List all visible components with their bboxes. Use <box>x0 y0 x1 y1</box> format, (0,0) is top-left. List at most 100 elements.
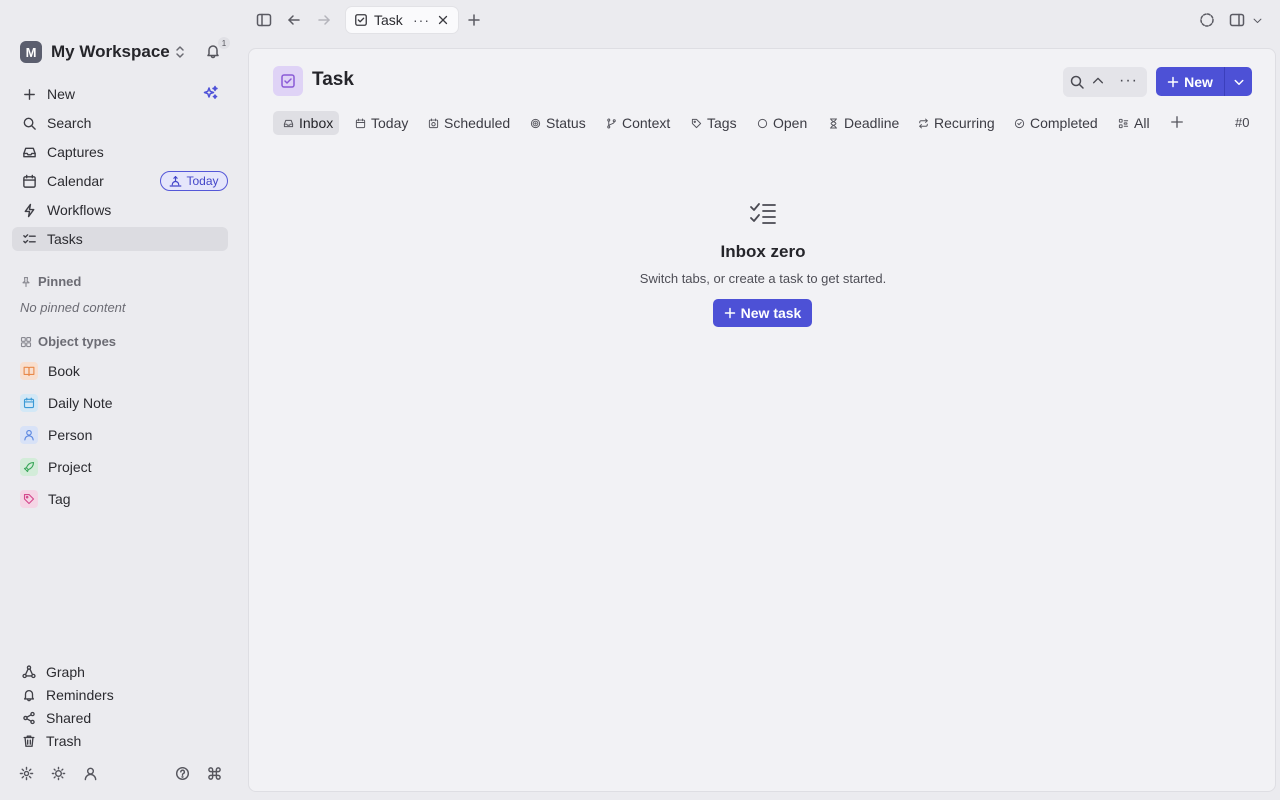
sidebar-item-trash[interactable]: Trash <box>22 731 81 751</box>
tab-label: Status <box>546 115 586 131</box>
sidebar-item-shared[interactable]: Shared <box>22 708 91 728</box>
new-button[interactable]: New <box>1156 67 1252 96</box>
object-type-label: Project <box>48 459 92 475</box>
tab-task[interactable]: Task ··· <box>346 7 458 33</box>
task-check-icon <box>355 14 367 26</box>
new-dropdown-chevron-icon[interactable] <box>1225 67 1252 96</box>
object-types-label: Object types <box>38 334 117 349</box>
circle-icon <box>757 118 768 128</box>
pin-icon <box>22 276 30 287</box>
sidebar-item-reminders[interactable]: Reminders <box>22 685 114 705</box>
workspace-switcher[interactable]: M My Workspace <box>20 40 170 64</box>
sidebar: M My Workspace 1 New Search Captures Cal… <box>0 0 240 800</box>
plus-icon <box>1167 76 1179 87</box>
inbox-icon <box>283 119 294 127</box>
page-title: Task <box>312 69 354 90</box>
person-icon <box>20 426 38 444</box>
ai-sparkle-icon[interactable] <box>203 85 219 101</box>
bolt-icon <box>24 203 35 217</box>
more-options-icon[interactable]: ··· <box>1119 73 1138 89</box>
new-object-button[interactable]: New <box>1156 67 1225 96</box>
tab-completed[interactable]: Completed <box>1004 111 1104 135</box>
object-type-label: Tag <box>48 491 71 507</box>
hourglass-icon <box>829 118 838 128</box>
check-circle-icon <box>1014 118 1025 128</box>
tab-label: Deadline <box>844 115 900 131</box>
tab-scheduled[interactable]: Scheduled <box>418 111 516 135</box>
tab-tags[interactable]: Tags <box>681 111 743 135</box>
command-shortcut-icon[interactable] <box>207 766 222 781</box>
sidebar-item-graph[interactable]: Graph <box>22 662 85 682</box>
pinned-label: Pinned <box>38 274 82 289</box>
settings-gear-icon[interactable] <box>19 766 34 781</box>
calendar-clock-icon <box>428 118 439 128</box>
object-type-book[interactable]: Book <box>20 361 80 381</box>
sidebar-item-new[interactable]: New <box>12 82 228 106</box>
trash-icon <box>23 735 35 747</box>
tab-open[interactable]: Open <box>747 111 813 135</box>
tag-icon <box>20 490 38 508</box>
share-icon <box>23 711 35 725</box>
sidebar-item-label: New <box>47 86 76 102</box>
new-task-label: New task <box>740 305 802 321</box>
sidebar-item-captures[interactable]: Captures <box>12 140 228 164</box>
object-type-tag[interactable]: Tag <box>20 489 71 509</box>
tab-label: Context <box>622 115 671 131</box>
chevron-up-icon[interactable] <box>1091 74 1105 88</box>
right-panel-toggle-icon[interactable] <box>1225 8 1249 32</box>
tab-label: Open <box>773 115 808 131</box>
calendar-icon <box>20 394 38 412</box>
chevron-updown-icon[interactable] <box>172 44 188 60</box>
back-arrow-icon[interactable] <box>282 8 306 32</box>
theme-sun-icon[interactable] <box>51 766 66 781</box>
empty-state-subtitle: Switch tabs, or create a task to get sta… <box>639 271 887 286</box>
sidebar-item-search[interactable]: Search <box>12 111 228 135</box>
add-tab-plus-icon[interactable] <box>1170 115 1184 129</box>
task-type-icon <box>273 66 303 96</box>
object-type-label: Daily Note <box>48 395 113 411</box>
pinned-heading[interactable]: Pinned <box>20 274 81 289</box>
plus-icon <box>724 307 735 319</box>
forward-arrow-icon[interactable] <box>312 8 336 32</box>
book-icon <box>20 362 38 380</box>
sync-status-icon[interactable] <box>1195 8 1219 32</box>
tab-label: Tags <box>707 115 737 131</box>
workspace-name: My Workspace <box>51 42 170 61</box>
today-button[interactable]: Today <box>160 171 228 191</box>
sidebar-item-tasks[interactable]: Tasks <box>12 227 228 251</box>
branch-icon <box>607 118 616 128</box>
tab-today[interactable]: Today <box>345 111 414 135</box>
object-type-project[interactable]: Project <box>20 457 92 477</box>
tab-recurring[interactable]: Recurring <box>908 111 1001 135</box>
tab-context[interactable]: Context <box>596 111 676 135</box>
new-task-button[interactable]: New task <box>713 299 812 327</box>
empty-state-title: Inbox zero <box>720 242 806 261</box>
object-type-person[interactable]: Person <box>20 425 92 445</box>
object-types-heading[interactable]: Object types <box>20 334 116 349</box>
calendar-icon <box>355 118 366 128</box>
sidebar-toggle-icon[interactable] <box>252 8 276 32</box>
help-question-icon[interactable] <box>175 766 190 781</box>
close-icon[interactable] <box>436 13 450 27</box>
plus-icon <box>24 88 35 100</box>
tab-label: Recurring <box>934 115 995 131</box>
chevron-down-icon[interactable] <box>1249 8 1265 32</box>
account-person-icon[interactable] <box>83 766 98 781</box>
tab-all[interactable]: All <box>1108 111 1156 135</box>
object-type-daily-note[interactable]: Daily Note <box>20 393 113 413</box>
sidebar-item-workflows[interactable]: Workflows <box>12 198 228 222</box>
tab-label: Scheduled <box>444 115 511 131</box>
tab-status[interactable]: Status <box>520 111 592 135</box>
tab-inbox[interactable]: Inbox <box>273 111 340 135</box>
sidebar-item-label: Captures <box>47 144 104 160</box>
new-tab-plus-icon[interactable] <box>462 8 486 32</box>
tab-deadline[interactable]: Deadline <box>818 111 905 135</box>
repeat-icon <box>919 118 928 128</box>
tab-label: Completed <box>1030 115 1098 131</box>
tab-more-icon[interactable]: ··· <box>413 12 430 28</box>
tab-label: All <box>1134 115 1150 131</box>
object-type-label: Person <box>48 427 93 443</box>
target-icon <box>530 118 541 128</box>
search-icon[interactable] <box>1069 74 1085 90</box>
sidebar-item-label: Workflows <box>47 202 112 218</box>
